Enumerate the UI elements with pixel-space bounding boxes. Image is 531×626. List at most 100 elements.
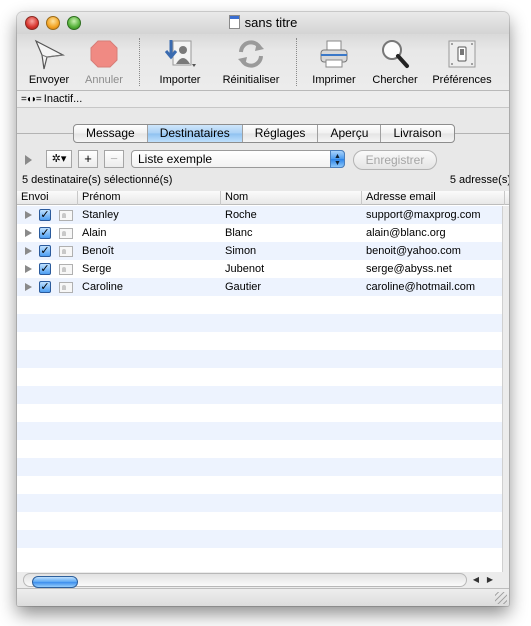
paper-plane-icon [23,38,75,70]
email-cell: caroline@hotmail.com [366,281,475,293]
connection-plug-icon: =◖◗= [21,94,42,105]
empty-row [17,332,502,350]
last-name-cell: Jubenot [225,263,265,275]
recipients-table: Envoi Prénom Nom Adresse email O ✓ Stanle… [17,191,509,572]
cancel-button[interactable]: Annuler [79,38,129,86]
preferences-switch-icon [427,38,497,70]
list-select[interactable]: Liste exemple ▲ ▼ [131,150,345,168]
empty-row [17,458,502,476]
preferences-label: Préférences [432,74,492,86]
empty-row [17,296,502,314]
app-window: sans titre Envoyer Annuler Importer Réin… [17,12,509,606]
send-label: Envoyer [28,74,70,86]
empty-row [17,368,502,386]
save-button[interactable]: Enregistrer [353,150,437,170]
last-name-cell: Simon [225,245,257,257]
status-text: Inactif... [43,93,83,105]
table-body: ✓ Stanley Roche support@maxprog.com ✓ Alain Bl… [17,206,502,572]
send-checkbox[interactable]: ✓ [39,245,51,257]
first-name-cell: Serge [82,263,112,275]
send-checkbox[interactable]: ✓ [39,281,51,293]
table-row[interactable]: ✓ Stanley Roche support@maxprog.com [17,206,502,224]
toolbar: Envoyer Annuler Importer Réinitialiser I… [17,34,509,90]
reset-button[interactable]: Réinitialiser [216,38,286,86]
address-count: 5 adresse(s) [449,174,509,186]
tab-bar: Message Destinataires Réglages Aperçu Li… [73,124,455,143]
column-header-first-name[interactable]: Prénom [78,191,221,205]
contact-card-icon [59,246,73,257]
send-checkbox[interactable]: ✓ [39,209,51,221]
table-row[interactable]: ✓ Benoît Simon benoit@yahoo.com [17,242,502,260]
contact-card-icon [59,264,73,275]
scroll-track[interactable] [23,573,467,588]
scroll-left-button[interactable]: ◀ [469,573,483,587]
row-disclosure-icon[interactable] [25,247,32,255]
email-cell: alain@blanc.org [366,227,446,239]
first-name-cell: Caroline [82,281,123,293]
window-title-area: sans titre [17,15,509,30]
row-disclosure-icon[interactable] [25,211,32,219]
resize-grip-icon[interactable] [495,592,507,604]
preferences-button[interactable]: Préférences [427,38,497,86]
content-area: Message Destinataires Réglages Aperçu Li… [17,108,509,606]
empty-row [17,404,502,422]
scroll-thumb[interactable] [32,576,78,588]
first-name-cell: Alain [82,227,107,239]
last-name-cell: Gautier [225,281,262,293]
column-header-last-name[interactable]: Nom [221,191,362,205]
vertical-scroll-gutter [502,206,509,572]
first-name-cell: Benoît [82,245,114,257]
table-row[interactable]: ✓ Serge Jubenot serge@abyss.net [17,260,502,278]
search-label: Chercher [372,74,418,86]
last-name-cell: Roche [225,209,257,221]
email-cell: support@maxprog.com [366,209,481,221]
status-bar: =◖◗= Inactif... [17,90,509,108]
reset-label: Réinitialiser [222,74,280,86]
table-row[interactable]: ✓ Caroline Gautier caroline@hotmail.com [17,278,502,296]
print-button[interactable]: Imprimer [306,38,362,86]
first-name-cell: Stanley [82,209,119,221]
empty-row [17,422,502,440]
toolbar-separator [139,38,140,86]
action-menu-button[interactable]: ✲▾ [46,150,72,168]
horizontal-scrollbar[interactable]: ◀ ▶ [17,572,509,588]
tab-settings[interactable]: Réglages [243,125,319,142]
search-button[interactable]: Chercher [367,38,423,86]
add-recipient-button[interactable]: + [78,150,98,168]
column-header-other[interactable]: O [505,191,509,205]
print-label: Imprimer [312,74,356,86]
email-cell: serge@abyss.net [366,263,452,275]
contact-card-icon [59,210,73,221]
document-icon [228,15,240,29]
import-icon [150,38,210,70]
scroll-right-button[interactable]: ▶ [483,573,497,587]
row-disclosure-icon[interactable] [25,229,32,237]
empty-row [17,512,502,530]
title-bar[interactable]: sans titre [17,12,509,34]
column-header-send[interactable]: Envoi [17,191,78,205]
last-name-cell: Blanc [225,227,253,239]
tab-recipients[interactable]: Destinataires [147,125,243,142]
empty-row [17,440,502,458]
contact-card-icon [59,228,73,239]
list-select-value: Liste exemple [138,152,213,166]
row-disclosure-icon[interactable] [25,283,32,291]
tab-message[interactable]: Message [74,125,148,142]
import-label: Importer [159,74,201,86]
table-row[interactable]: ✓ Alain Blanc alain@blanc.org [17,224,502,242]
selected-summary: 5 destinataire(s) sélectionné(s) [22,174,173,186]
send-checkbox[interactable]: ✓ [39,227,51,239]
send-checkbox[interactable]: ✓ [39,263,51,275]
empty-row [17,350,502,368]
gear-icon: ✲▾ [51,153,67,165]
disclosure-triangle-icon[interactable] [25,155,32,165]
remove-recipient-button[interactable]: − [104,150,124,168]
tab-delivery[interactable]: Livraison [381,125,453,142]
row-disclosure-icon[interactable] [25,265,32,273]
tab-preview[interactable]: Aperçu [318,125,382,142]
import-button[interactable]: Importer [150,38,210,86]
toolbar-separator [296,38,297,86]
column-header-email[interactable]: Adresse email [362,191,505,205]
send-button[interactable]: Envoyer [23,38,75,86]
window-title: sans titre [244,15,298,30]
